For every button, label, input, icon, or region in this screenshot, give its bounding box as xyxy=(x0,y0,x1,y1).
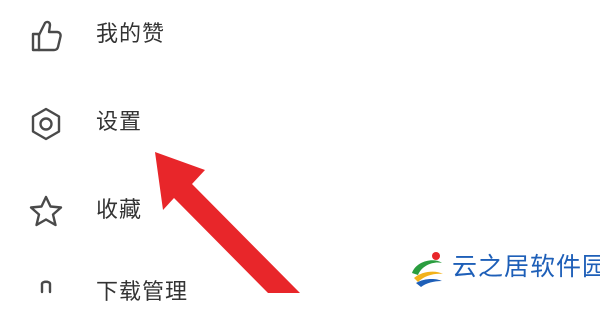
menu-item-settings[interactable]: 设置 xyxy=(0,92,600,152)
menu-item-favorites[interactable]: 收藏 xyxy=(0,180,600,240)
menu-item-label: 下载管理 xyxy=(96,280,189,305)
menu-item-label: 收藏 xyxy=(96,198,143,223)
download-icon xyxy=(26,274,66,314)
menu-item-likes[interactable]: 我的赞 xyxy=(0,4,600,64)
menu-item-label: 我的赞 xyxy=(96,22,166,47)
thumbs-up-icon xyxy=(26,16,66,56)
menu-item-label: 设置 xyxy=(96,110,143,135)
swirl-logo-icon xyxy=(406,247,448,289)
gear-icon xyxy=(26,104,66,144)
star-icon xyxy=(26,192,66,232)
watermark-text: 云之居软件园 xyxy=(452,252,600,281)
watermark: 云之居软件园 xyxy=(400,243,600,293)
